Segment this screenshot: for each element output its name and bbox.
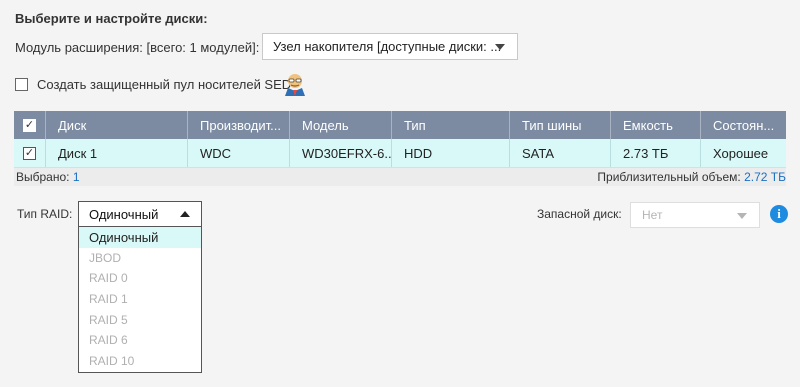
approx-capacity-value: 2.72 ТБ [744,170,786,184]
sed-pool-label[interactable]: Создать защищенный пул носителей SED [37,77,291,92]
info-icon[interactable]: i [770,205,788,223]
chevron-up-icon [180,211,190,217]
raid-option-raid10[interactable]: RAID 10 [79,351,201,372]
spare-disk-value: Нет [642,208,663,222]
raid-type-label: Тип RAID: [17,207,73,221]
raid-option-raid6[interactable]: RAID 6 [79,330,201,351]
section-heading: Выберите и настройте диски: [15,11,208,26]
row-checkbox-cell[interactable]: ✓ [14,139,46,167]
spare-disk-select[interactable]: Нет [630,202,760,228]
cell-type: HDD [392,139,510,167]
cell-manufacturer: WDC [188,139,290,167]
disk-table: ✓ Диск Производит... Модель Тип Тип шины… [14,111,786,186]
column-header-disk[interactable]: Диск [46,111,188,139]
table-row[interactable]: ✓ Диск 1 WDC WD30EFRX-6... HDD SATA 2.73… [14,139,786,167]
raid-type-value: Одиночный [89,206,159,222]
sed-pool-checkbox[interactable] [15,78,28,91]
column-header-model[interactable]: Модель [290,111,392,139]
cell-capacity: 2.73 ТБ [611,139,701,167]
column-header-bus-type[interactable]: Тип шины [510,111,611,139]
chevron-down-icon [495,44,505,50]
cell-disk: Диск 1 [46,139,188,167]
column-header-type[interactable]: Тип [392,111,510,139]
table-header: ✓ Диск Производит... Модель Тип Тип шины… [14,111,786,139]
raid-option-raid1[interactable]: RAID 1 [79,289,201,310]
column-header-capacity[interactable]: Емкость [611,111,701,139]
approx-capacity: Приблизительный объем: 2.72 ТБ [597,170,786,184]
expansion-module-label: Модуль расширения: [всего: 1 модулей]: [15,40,260,55]
table-footer: Выбрано: 1 Приблизительный объем: 2.72 Т… [14,167,786,186]
expansion-module-value: Узел накопителя [доступные диски: ... [273,39,502,54]
raid-option-single[interactable]: Одиночный [79,227,201,248]
chevron-down-icon [737,213,747,219]
raid-option-raid5[interactable]: RAID 5 [79,309,201,330]
cell-status: Хорошее [713,145,769,161]
raid-type-select[interactable]: Одиночный [78,201,202,227]
select-all-cell[interactable]: ✓ [14,111,46,139]
raid-option-raid0[interactable]: RAID 0 [79,268,201,289]
raid-option-jbod[interactable]: JBOD [79,248,201,269]
selected-count-value: 1 [72,170,80,184]
cell-model: WD30EFRX-6... [290,139,392,167]
spare-disk-label: Запасной диск: [537,207,622,221]
column-header-manufacturer[interactable]: Производит... [188,111,290,139]
raid-type-dropdown: Одиночный JBOD RAID 0 RAID 1 RAID 5 RAID… [78,227,202,373]
row-checkbox[interactable]: ✓ [23,146,36,160]
column-header-status[interactable]: Состоян... [701,111,786,139]
selected-count-label: Выбрано: [16,170,70,184]
select-all-checkbox[interactable]: ✓ [23,118,36,132]
cell-bus-type: SATA [510,139,611,167]
expansion-module-select[interactable]: Узел накопителя [доступные диски: ... [262,33,518,60]
wizard-mascot-icon [283,72,307,96]
selected-count: Выбрано: 1 [16,170,80,184]
approx-capacity-label: Приблизительный объем: [597,170,741,184]
